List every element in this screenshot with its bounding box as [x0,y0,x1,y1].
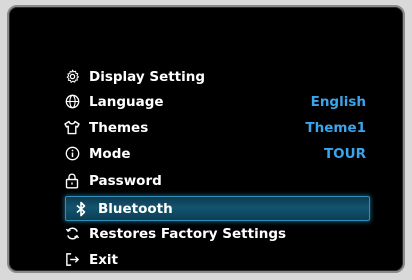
menu-item-mode[interactable]: Mode TOUR [63,142,366,165]
menu-item-label: Language [89,93,164,110]
shirt-icon [63,119,81,137]
menu-item-bluetooth[interactable]: Bluetooth [65,196,370,221]
refresh-icon [63,225,81,243]
menu-item-label: Password [89,172,162,189]
menu-item-themes[interactable]: Themes Theme1 [63,116,366,139]
lock-icon [63,172,81,190]
menu-item-password[interactable]: Password [63,169,366,192]
menu-item-display-setting[interactable]: Display Setting [63,65,366,88]
menu-frame: Display Setting Language English Themes … [7,5,405,273]
menu-item-value: English [310,93,366,110]
menu-item-value: TOUR [323,145,366,162]
menu-item-label: Themes [89,119,149,136]
menu-item-label: Bluetooth [98,200,173,217]
menu-item-label: Restores Factory Settings [89,225,287,242]
menu-item-label: Mode [89,145,131,162]
info-icon [63,145,81,163]
menu-item-label: Exit [89,251,119,268]
menu-item-language[interactable]: Language English [63,90,366,113]
globe-icon [63,93,81,111]
gear-icon [63,68,81,86]
menu-item-label: Display Setting [89,68,206,85]
menu-item-exit[interactable]: Exit [63,248,366,271]
settings-menu: Display Setting Language English Themes … [9,7,403,271]
menu-item-restore-factory-settings[interactable]: Restores Factory Settings [63,222,366,245]
exit-icon [63,251,81,269]
menu-item-value: Theme1 [305,119,366,136]
bluetooth-icon [72,200,90,218]
